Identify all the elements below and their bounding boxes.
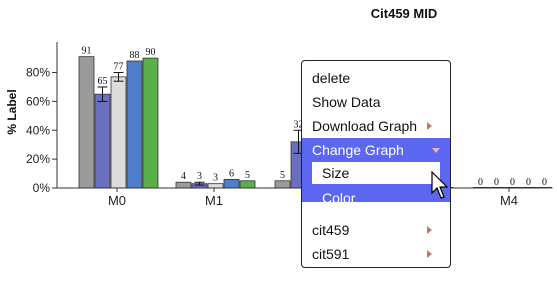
chart-title: Cit459 MID: [371, 6, 437, 21]
bar: [175, 181, 192, 189]
y-tick-label: 20%: [26, 152, 50, 166]
mouse-cursor-icon: [431, 171, 449, 199]
data-label: 6: [229, 168, 234, 179]
data-label: 90: [146, 47, 156, 58]
submenu-arrow-icon: [427, 250, 432, 258]
bar: [142, 57, 159, 189]
bar: [207, 183, 224, 189]
menu-item-label: Show Data: [312, 94, 381, 110]
menu-item-cit591[interactable]: cit591: [302, 242, 450, 266]
data-label: 3: [213, 173, 218, 184]
data-label: 0: [494, 177, 499, 188]
data-label: 0: [478, 177, 483, 188]
submenu-arrow-icon: [427, 226, 432, 234]
chevron-down-icon: [432, 148, 440, 153]
bar: [110, 76, 127, 189]
bar: [126, 60, 143, 189]
y-tick-label: 60%: [26, 94, 50, 108]
data-label: 3: [197, 171, 202, 182]
x-tick-label: M0: [108, 193, 126, 208]
bar: [94, 93, 111, 189]
data-label: 0: [526, 177, 531, 188]
data-label: 4: [181, 171, 186, 182]
bar: [274, 180, 291, 189]
menu-item-label: delete: [312, 70, 351, 86]
y-axis: 0% 20% 40% 60% 80%: [26, 42, 58, 195]
menu-item-label: Change Graph: [312, 142, 404, 158]
bar: [239, 180, 256, 189]
bar: [223, 178, 240, 189]
bar-chart: Cit459 MID % Label 0% 20% 40% 60% 80% 91 4 5 0 6…: [5, 6, 553, 208]
menu-item-label: Download Graph: [312, 118, 418, 134]
data-label: 5: [280, 170, 285, 181]
x-axis: M0M1M2M3M4: [57, 187, 540, 208]
data-label: 65: [98, 76, 108, 87]
menu-item-cit459[interactable]: cit459: [302, 218, 450, 242]
context-menu: delete Show Data Download Graph Change G…: [301, 60, 451, 268]
y-tick-label: 0%: [33, 181, 51, 195]
data-label: 0: [542, 177, 547, 188]
menu-item-label: cit591: [312, 246, 350, 262]
menu-item-label: cit459: [312, 222, 350, 238]
y-axis-label: % Label: [5, 89, 19, 134]
y-tick-label: 40%: [26, 123, 50, 137]
menu-item-change-graph[interactable]: Change Graph: [302, 138, 450, 162]
data-label: 5: [245, 170, 250, 181]
submenu-arrow-icon: [427, 122, 432, 130]
menu-item-download-graph[interactable]: Download Graph: [302, 114, 450, 138]
submenu-item-color[interactable]: Color: [312, 187, 440, 209]
data-label: 91: [82, 46, 92, 57]
x-tick-label: M1: [205, 193, 223, 208]
menu-item-delete[interactable]: delete: [302, 66, 450, 90]
data-label: 77: [114, 62, 124, 73]
bar: [78, 56, 95, 189]
data-label: 88: [130, 50, 140, 61]
submenu-item-size[interactable]: Size: [312, 162, 440, 184]
menu-item-show-data[interactable]: Show Data: [302, 90, 450, 114]
data-label: 0: [510, 177, 515, 188]
x-tick-label: M4: [500, 193, 518, 208]
y-tick-label: 80%: [26, 66, 50, 80]
